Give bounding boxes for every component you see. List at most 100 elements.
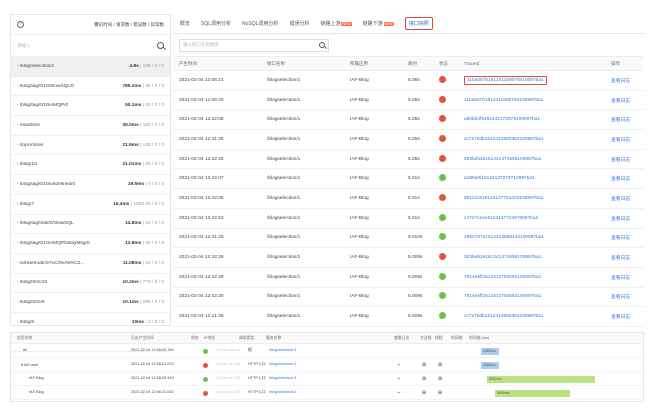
table-row[interactable]: 2021-02-04 12:41:25/blogselection/1 IAF-B… bbox=[173, 306, 644, 327]
column-header[interactable]: 产生时间 bbox=[173, 56, 261, 71]
traceid-link[interactable]: cc7276db1612413685364100997ba1 bbox=[464, 314, 544, 319]
help-icon[interactable]: ? bbox=[17, 21, 24, 28]
traceid-link[interactable]: c4727ce416124137724970997ba1 bbox=[464, 216, 538, 221]
api-list-item[interactable]: /blog/tag/total/0/SlowSQL 14.8ms | 24 / 0… bbox=[11, 215, 170, 235]
api-search-input[interactable]: 请输入 bbox=[17, 43, 31, 49]
view-log-link[interactable]: 查看日志 bbox=[611, 276, 630, 281]
cell-action: 查看日志 bbox=[605, 247, 644, 268]
column-header[interactable]: 接口名称 bbox=[261, 56, 344, 71]
tab-错误分析[interactable]: 错误分析 bbox=[289, 20, 309, 27]
traceid-link[interactable]: 283beb2a161241374659100997ba1 bbox=[464, 157, 541, 162]
view-log-icon[interactable]: ⌁ bbox=[396, 362, 402, 368]
view-log-link[interactable]: 查看日志 bbox=[611, 197, 630, 202]
span-timeline-bar[interactable]: 2083ms bbox=[481, 348, 499, 355]
search-icon[interactable] bbox=[319, 42, 325, 48]
api-list-item[interactable]: /blog/tag/0/10/AMQPDelayMsg/0 13.8ms | 25… bbox=[11, 234, 170, 254]
column-header[interactable]: TraceId bbox=[458, 56, 605, 71]
tab-接口快照[interactable]: 接口快照 bbox=[404, 17, 433, 30]
view-log-link[interactable]: 查看日志 bbox=[611, 315, 630, 320]
view-log-link[interactable]: 查看日志 bbox=[611, 79, 630, 84]
tab-链路下游[interactable]: 链路下游 NEW bbox=[363, 20, 394, 27]
view-log-link[interactable]: 查看日志 bbox=[611, 256, 630, 261]
column-header[interactable]: 耗时 bbox=[402, 56, 433, 71]
snapshot-search-input[interactable]: 输入接口名称搜索 bbox=[179, 38, 329, 52]
api-list-item[interactable]: /blog/9 10ms | 2 / 0 / 0 bbox=[11, 313, 170, 333]
thread-icon[interactable]: ⊕ bbox=[437, 390, 443, 396]
api-list-item[interactable]: /blog/html/5 10.1ms | 099 / 0 / 0 bbox=[11, 293, 170, 313]
view-log-link[interactable]: 查看日志 bbox=[611, 118, 630, 123]
view-log-link[interactable]: 查看日志 bbox=[611, 158, 630, 163]
api-response-time: 19.5ms bbox=[127, 181, 145, 187]
table-row[interactable]: 2021-02-04 12:42:28/blogselection/1 IAF-B… bbox=[173, 267, 644, 288]
table-row[interactable]: 2021-02-04 12:42:05/blogselection/1 IAF-B… bbox=[173, 188, 644, 209]
api-list-item[interactable]: /blog/10 21.01ms | 82 / 0 / 0 bbox=[11, 155, 170, 176]
span-timeline-bar[interactable]: 5085ms bbox=[495, 390, 570, 397]
api-list-item[interactable]: /blog/selection/1 4.8s | 138 / 0 / 0 bbox=[11, 57, 170, 77]
view-log-link[interactable]: 查看日志 bbox=[611, 177, 630, 182]
api-list-item[interactable]: /blog/html/10 10.2ms | 773 / 0 / 0 bbox=[11, 274, 170, 294]
column-header[interactable]: 状态 bbox=[433, 56, 458, 71]
trace-span-row[interactable]: all 2021-02-04 12:06:20.764 10.###.###.## 根… bbox=[11, 344, 643, 358]
api-list-item[interactable]: /blog/7 16.4ms | 1803.04 / 0 / 0 bbox=[11, 195, 170, 215]
traceid-link[interactable]: 59112c616124137764403100997ba1 bbox=[464, 196, 543, 201]
traceid-link[interactable]: 7514e5ff1612413750582100997ba1 bbox=[464, 275, 541, 280]
table-row[interactable]: 2021-02-04 12:41:28/blogselection/1 IAF-B… bbox=[173, 228, 644, 249]
span-service-name[interactable]: /blog/selection/1 bbox=[269, 362, 296, 366]
api-list-item[interactable]: /blog/tag/0/10/SlowSQL/0 785.2ms | 38 / 0… bbox=[11, 77, 170, 97]
cell-api: /blogselection/1 bbox=[261, 306, 344, 327]
traceid-link[interactable]: 295e767a1612413688444100997ba1 bbox=[464, 235, 544, 240]
api-list-item[interactable]: /topArticles 21.9ms | 138 / 0 / 0 bbox=[11, 136, 170, 156]
tab-SQL调用分析[interactable]: SQL调用分析 bbox=[201, 20, 231, 27]
span-service-name[interactable]: /blog/selection/1 bbox=[269, 390, 296, 394]
method-stack-icon[interactable]: ⊕ bbox=[421, 362, 427, 368]
traceid-link[interactable]: cc7276db1612413685364100997ba1 bbox=[464, 137, 544, 142]
table-row[interactable]: 2021-02-04 12:06:21/blogselection/1 IAF-B… bbox=[173, 70, 644, 91]
search-icon[interactable] bbox=[157, 42, 164, 49]
view-log-link[interactable]: 查看日志 bbox=[611, 217, 630, 222]
table-row[interactable]: 2021-02-04 12:42:30/blogselection/1 IAF-B… bbox=[173, 287, 644, 308]
api-counts: | 25 / 0 / 0 bbox=[141, 241, 164, 247]
api-list-item[interactable]: /article/match/%C3%A5%C2... 11.08ms | 16 … bbox=[11, 254, 170, 274]
thread-icon[interactable]: ⊕ bbox=[437, 376, 443, 382]
traceid-link[interactable]: 7514e5ff1612413750582100997ba1 bbox=[464, 294, 541, 299]
cell-duration: 5.010s bbox=[402, 228, 433, 249]
table-row[interactable]: 2021-02-04 12:06:20/blogselection/1 IAF-B… bbox=[173, 90, 644, 111]
traceid-link[interactable]: 11ba067b161241158079410097ba1 bbox=[464, 75, 547, 85]
api-list-item[interactable]: /blog/tag/0/10/undefined/0 19.5ms | 4 / 0… bbox=[11, 175, 170, 195]
trace-span-row[interactable]: IAF-Blog 2021-02-04 12:06:29.349 10.###.##… bbox=[11, 372, 643, 386]
api-list-item[interactable]: /readSize 35.0ms | 162 / 0 / 0 bbox=[11, 116, 170, 136]
table-row[interactable]: 2021-02-04 12:42:07/blogselection/1 IAF-B… bbox=[173, 168, 644, 190]
view-log-link[interactable]: 查看日志 bbox=[611, 295, 630, 300]
method-stack-icon[interactable]: ⊕ bbox=[421, 390, 427, 396]
traceid-link[interactable]: 283beb2e161241374659100997ba1 bbox=[464, 255, 541, 260]
api-search-bar[interactable]: 请输入 bbox=[11, 35, 170, 57]
view-log-link[interactable]: 查看日志 bbox=[611, 236, 630, 241]
span-timeline-bar[interactable]: 5002ms bbox=[487, 376, 595, 383]
table-row[interactable]: 2021-02-04 12:42:26/blogselection/1 IAF-B… bbox=[173, 247, 644, 268]
method-stack-icon[interactable]: ⊕ bbox=[421, 376, 427, 382]
thread-icon[interactable]: ⊕ bbox=[437, 362, 443, 368]
view-log-link[interactable]: 查看日志 bbox=[611, 99, 630, 104]
span-service-name[interactable]: /blog/selection/1 bbox=[269, 348, 296, 352]
table-row[interactable]: 2021-02-04 12:41:26/blogselection/1 IAF-B… bbox=[173, 129, 644, 150]
tab-NoSQL调用分析[interactable]: NoSQL调用分析 bbox=[242, 20, 278, 27]
table-row[interactable]: 2021-02-04 12:42:53/blogselection/1 IAF-B… bbox=[173, 208, 644, 229]
column-header[interactable]: 所属应用 bbox=[344, 56, 402, 71]
span-timeline-bar[interactable]: 2083ms bbox=[481, 362, 499, 369]
span-service-name[interactable]: /blog/selection/1 bbox=[269, 376, 296, 380]
traceid-link[interactable]: a189a9f16124137273710997ba1 bbox=[464, 176, 535, 181]
traceid-link[interactable]: 11ba067b1612411580794100997ba1 bbox=[464, 98, 543, 103]
api-name: /blog/tag/0/10/SlowSQL/0 bbox=[17, 84, 74, 89]
traceid-link[interactable]: a9bb54f9161241372079100997ba1 bbox=[464, 117, 540, 122]
tab-概览[interactable]: 概览 bbox=[180, 20, 190, 27]
trace-span-row[interactable]: ▾ IAF-web 2021-02-04 12:06:21.023 10.###.#… bbox=[11, 358, 643, 372]
view-log-icon[interactable]: ⌁ bbox=[396, 390, 402, 396]
table-row[interactable]: 2021-02-04 12:42:25/blogselection/1 IAF-B… bbox=[173, 149, 644, 170]
view-log-icon[interactable]: ⌁ bbox=[396, 376, 402, 382]
table-row[interactable]: 2021-02-04 12:42:08/blogselection/1 IAF-B… bbox=[173, 109, 644, 131]
view-log-link[interactable]: 查看日志 bbox=[611, 138, 630, 143]
column-header[interactable]: 操作 bbox=[605, 56, 644, 71]
tab-链路上游[interactable]: 链路上游 NEW bbox=[320, 20, 352, 27]
trace-span-row[interactable]: IAF-Blog 2021-02-04 12:06:31.043 10.###.##… bbox=[11, 386, 643, 400]
api-list-item[interactable]: /blog/tag/0/10/AMQP/0 50.1ms | 28 / 0 / 0 bbox=[11, 96, 170, 117]
